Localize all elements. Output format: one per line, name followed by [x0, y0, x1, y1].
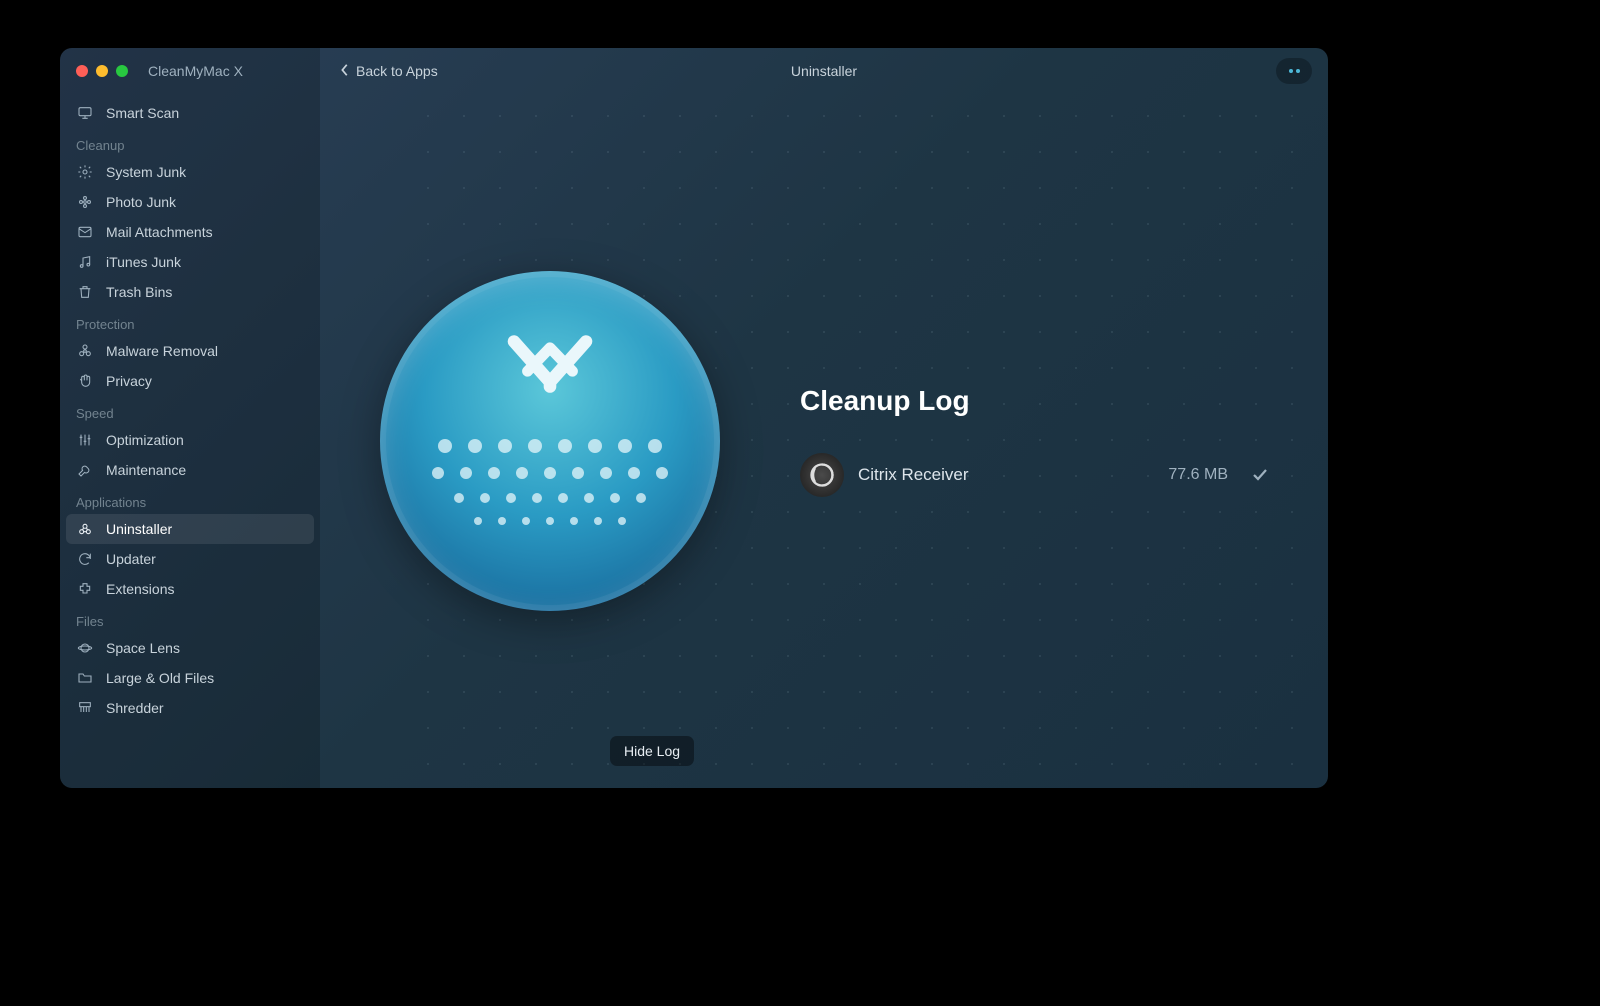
shower-dots: [432, 439, 668, 525]
sidebar-item-extensions[interactable]: Extensions: [66, 574, 314, 604]
app-window: CleanMyMac X Smart Scan Cleanup System J…: [60, 48, 1328, 788]
hide-log-button[interactable]: Hide Log: [610, 736, 694, 766]
main-header: Back to Apps Uninstaller: [320, 48, 1328, 94]
sidebar-item-privacy[interactable]: Privacy: [66, 366, 314, 396]
cleanup-big-icon: [380, 271, 720, 611]
sidebar-item-label: Privacy: [106, 373, 152, 389]
section-header-speed: Speed: [66, 396, 314, 425]
sidebar-item-label: Uninstaller: [106, 521, 172, 537]
sidebar-item-uninstaller[interactable]: Uninstaller: [66, 514, 314, 544]
planet-icon: [76, 639, 94, 657]
main-content: Back to Apps Uninstaller: [320, 48, 1328, 788]
back-label: Back to Apps: [356, 63, 438, 79]
sidebar-item-large-old-files[interactable]: Large & Old Files: [66, 663, 314, 693]
sidebar-item-malware-removal[interactable]: Malware Removal: [66, 336, 314, 366]
sidebar-item-updater[interactable]: Updater: [66, 544, 314, 574]
trash-icon: [76, 283, 94, 301]
hand-icon: [76, 372, 94, 390]
sidebar-item-itunes-junk[interactable]: iTunes Junk: [66, 247, 314, 277]
monitor-icon: [76, 104, 94, 122]
app-title: CleanMyMac X: [148, 63, 243, 79]
sidebar-item-label: Smart Scan: [106, 105, 179, 121]
check-icon: [1252, 467, 1268, 483]
sliders-icon: [76, 431, 94, 449]
gear-icon: [76, 163, 94, 181]
folder-icon: [76, 669, 94, 687]
sidebar-item-label: Maintenance: [106, 462, 186, 478]
sidebar-item-optimization[interactable]: Optimization: [66, 425, 314, 455]
sidebar-item-label: Mail Attachments: [106, 224, 213, 240]
flower-icon: [76, 193, 94, 211]
log-row: Citrix Receiver 77.6 MB: [800, 453, 1268, 497]
page-title: Uninstaller: [791, 63, 857, 79]
sidebar-item-label: System Junk: [106, 164, 186, 180]
titlebar: CleanMyMac X: [60, 48, 320, 94]
cleanup-log-panel: Cleanup Log Citrix Receiver 77.6 MB: [800, 385, 1288, 497]
wrench-icon: [76, 461, 94, 479]
log-app-size: 77.6 MB: [1168, 466, 1228, 484]
sidebar-item-label: Photo Junk: [106, 194, 176, 210]
puzzle-icon: [76, 580, 94, 598]
log-title: Cleanup Log: [800, 385, 1268, 417]
section-header-applications: Applications: [66, 485, 314, 514]
sidebar-item-label: Extensions: [106, 581, 174, 597]
traffic-lights: [76, 65, 128, 77]
log-app-name: Citrix Receiver: [858, 465, 1154, 485]
mail-icon: [76, 223, 94, 241]
content-area: Cleanup Log Citrix Receiver 77.6 MB: [320, 94, 1328, 788]
back-button[interactable]: Back to Apps: [340, 63, 438, 80]
minimize-window-button[interactable]: [96, 65, 108, 77]
music-icon: [76, 253, 94, 271]
uninstall-icon: [76, 520, 94, 538]
sidebar-item-label: Optimization: [106, 432, 184, 448]
sidebar-item-mail-attachments[interactable]: Mail Attachments: [66, 217, 314, 247]
sidebar-item-label: Large & Old Files: [106, 670, 214, 686]
sidebar-item-label: Updater: [106, 551, 156, 567]
chevron-left-icon: [340, 63, 350, 80]
sidebar-item-label: Malware Removal: [106, 343, 218, 359]
sidebar-item-smart-scan[interactable]: Smart Scan: [66, 98, 314, 128]
citrix-app-icon: [800, 453, 844, 497]
section-header-cleanup: Cleanup: [66, 128, 314, 157]
section-header-protection: Protection: [66, 307, 314, 336]
more-menu-button[interactable]: [1276, 58, 1312, 84]
sidebar-item-space-lens[interactable]: Space Lens: [66, 633, 314, 663]
sidebar-item-label: Space Lens: [106, 640, 180, 656]
sidebar-item-label: Shredder: [106, 700, 164, 716]
shredder-icon: [76, 699, 94, 717]
refresh-icon: [76, 550, 94, 568]
maximize-window-button[interactable]: [116, 65, 128, 77]
sidebar-item-maintenance[interactable]: Maintenance: [66, 455, 314, 485]
section-header-files: Files: [66, 604, 314, 633]
x-shower-icon: [495, 328, 605, 423]
sidebar-item-label: Trash Bins: [106, 284, 172, 300]
sidebar-item-trash-bins[interactable]: Trash Bins: [66, 277, 314, 307]
sidebar: CleanMyMac X Smart Scan Cleanup System J…: [60, 48, 320, 788]
sidebar-item-system-junk[interactable]: System Junk: [66, 157, 314, 187]
biohazard-icon: [76, 342, 94, 360]
close-window-button[interactable]: [76, 65, 88, 77]
sidebar-item-label: iTunes Junk: [106, 254, 181, 270]
sidebar-item-photo-junk[interactable]: Photo Junk: [66, 187, 314, 217]
sidebar-item-shredder[interactable]: Shredder: [66, 693, 314, 723]
sidebar-items: Smart Scan Cleanup System Junk Photo Jun…: [60, 94, 320, 733]
